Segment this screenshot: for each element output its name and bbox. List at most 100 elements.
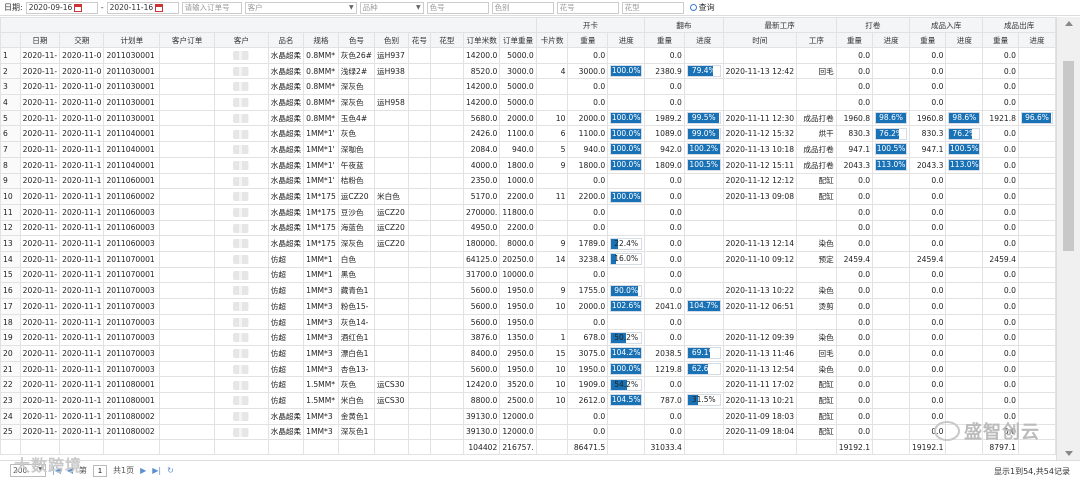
column-header[interactable]: 订单米数 bbox=[462, 32, 501, 48]
table-row[interactable]: 5 2020-11- 2020-11-0 2011030001 水晶超柔 0.8MM* 玉色… bbox=[0, 109, 1056, 127]
table-cell: 2020-11- bbox=[19, 188, 61, 205]
calendar-icon[interactable] bbox=[155, 3, 164, 12]
column-header[interactable]: 重量 bbox=[835, 32, 874, 48]
column-header[interactable]: 进度 bbox=[607, 32, 646, 48]
table-cell: 2020-11- bbox=[19, 407, 61, 425]
column-header[interactable]: 规格 bbox=[303, 32, 339, 48]
customer-select[interactable]: 客户 ▼ bbox=[244, 1, 357, 14]
table-cell bbox=[159, 78, 215, 96]
table-row[interactable]: 3 2020-11- 2020-11-0 2011030001 水晶超柔 0.8MM* 深灰… bbox=[0, 78, 1056, 96]
product-select[interactable]: 品种 ▼ bbox=[359, 1, 424, 14]
column-header[interactable]: 订单重量 bbox=[499, 32, 537, 48]
table-cell: 0.0 bbox=[835, 203, 874, 221]
table-row[interactable]: 25 2020-11- 2020-11-1 2011080002 水晶超柔 1MM*3 深灰… bbox=[0, 423, 1056, 441]
column-header[interactable]: 客户订单 bbox=[159, 32, 215, 48]
table-row[interactable]: 10 2020-11- 2020-11-1 2011060002 水晶超柔 1M*175 运… bbox=[0, 188, 1056, 205]
table-row[interactable]: 20 2020-11- 2020-11-1 2011070003 仿超 1MM*3 漂白色1… bbox=[0, 345, 1056, 362]
column-header[interactable]: 花号 bbox=[407, 32, 431, 48]
column-header[interactable]: 客户 bbox=[213, 32, 269, 48]
column-header[interactable]: 计划单 bbox=[103, 32, 161, 48]
table-cell: 947.1 bbox=[908, 141, 947, 158]
date-from-input[interactable]: 2020-09-16 bbox=[25, 1, 98, 14]
scrollbar-thumb[interactable] bbox=[1063, 61, 1074, 251]
table-row[interactable]: 21 2020-11- 2020-11-1 2011070003 仿超 1MM*3 杏色13… bbox=[0, 360, 1056, 378]
progress-cell bbox=[1017, 78, 1056, 96]
page-number-input[interactable] bbox=[93, 464, 108, 477]
progress-cell bbox=[1017, 360, 1056, 378]
column-header[interactable]: 进度 bbox=[872, 32, 910, 48]
redacted-customer bbox=[233, 145, 250, 155]
calendar-icon[interactable] bbox=[74, 3, 83, 12]
date-to-input[interactable]: 2020-11-16 bbox=[106, 1, 179, 14]
table-row[interactable]: 4 2020-11- 2020-11-0 2011030001 水晶超柔 0.8MM* 深灰… bbox=[0, 94, 1056, 111]
color-no-input[interactable]: 色号 bbox=[426, 1, 489, 14]
query-button[interactable]: 查询 bbox=[689, 2, 715, 13]
column-header[interactable]: 重量 bbox=[982, 32, 1019, 48]
table-row[interactable]: 24 2020-11- 2020-11-1 2011080002 水晶超柔 1MM*3 金黄… bbox=[0, 407, 1056, 425]
progress-text: 98.6% bbox=[879, 113, 903, 123]
progress-bar: 100.5% bbox=[875, 143, 907, 156]
table-row[interactable]: 12 2020-11- 2020-11-1 2011060003 水晶超柔 1M*175 海… bbox=[0, 219, 1056, 237]
table-row[interactable]: 13 2020-11- 2020-11-1 2011060003 水晶超柔 1M*175 深… bbox=[0, 235, 1056, 252]
table-cell: 2020-11- bbox=[19, 313, 61, 331]
table-row[interactable]: 18 2020-11- 2020-11-1 2011070003 仿超 1MM*3 灰色14… bbox=[0, 313, 1056, 331]
table-cell: 2020-11-09 18:04 bbox=[722, 423, 798, 441]
column-header[interactable]: 进度 bbox=[945, 32, 984, 48]
table-row[interactable]: 22 2020-11- 2020-11-1 2011080001 仿超 1.5MM* 灰色运… bbox=[0, 376, 1056, 394]
column-header[interactable]: 日期 bbox=[19, 32, 61, 48]
last-page-icon[interactable]: ▶| bbox=[152, 466, 161, 475]
table-cell: 15 bbox=[0, 266, 21, 284]
refresh-icon[interactable]: ↻ bbox=[167, 466, 174, 475]
column-header[interactable]: 色号 bbox=[337, 32, 376, 48]
table-row[interactable]: 9 2020-11- 2020-11-1 2011060001 水晶超柔 1MM*1' 桔粉… bbox=[0, 172, 1056, 190]
table-row[interactable]: 23 2020-11- 2020-11-1 2011080001 仿超 1.5MM* 米白色… bbox=[0, 392, 1056, 409]
pattern-no-input[interactable]: 花号 bbox=[556, 1, 619, 14]
redacted-customer bbox=[233, 176, 250, 186]
table-cell: 染色 bbox=[796, 329, 837, 347]
table-cell bbox=[374, 156, 409, 174]
column-header[interactable]: 时间 bbox=[722, 32, 798, 48]
pattern-type-input[interactable]: 花型 bbox=[621, 1, 684, 14]
table-row[interactable]: 7 2020-11- 2020-11-1 2011040001 水晶超柔 1MM*1' 深咖… bbox=[0, 141, 1056, 158]
table-row[interactable]: 19 2020-11- 2020-11-1 2011070003 仿超 1MM*3 酒红色1… bbox=[0, 329, 1056, 347]
column-header[interactable]: 重量 bbox=[567, 32, 609, 48]
column-header[interactable]: 品名 bbox=[267, 32, 305, 48]
table-cell bbox=[159, 392, 215, 409]
column-header[interactable]: 色别 bbox=[374, 32, 409, 48]
table-row[interactable]: 8 2020-11- 2020-11-1 2011040001 水晶超柔 1MM*1' 午夜… bbox=[0, 156, 1056, 174]
table-cell bbox=[407, 235, 431, 252]
table-row[interactable]: 6 2020-11- 2020-11-1 2011040001 水晶超柔 1MM*1' 灰色… bbox=[0, 125, 1056, 143]
color-category-input[interactable]: 色别 bbox=[491, 1, 554, 14]
table-cell: 0.0 bbox=[908, 94, 947, 111]
table-cell: 仿超 bbox=[267, 313, 305, 331]
column-header[interactable]: 重量 bbox=[908, 32, 947, 48]
table-row[interactable]: 1 2020-11- 2020-11-0 2011030001 水晶超柔 0.8MM* 灰色… bbox=[0, 47, 1056, 64]
scroll-down-icon[interactable] bbox=[1065, 451, 1073, 456]
table-cell: 1MM*3 bbox=[303, 345, 339, 362]
table-row[interactable]: 14 2020-11- 2020-11-1 2011070001 仿超 1MM*1 白色 64… bbox=[0, 250, 1056, 268]
column-header[interactable]: 进度 bbox=[1017, 32, 1056, 48]
table-row[interactable]: 15 2020-11- 2020-11-1 2011070001 仿超 1MM*1 黑色 31… bbox=[0, 266, 1056, 284]
next-page-icon[interactable]: ▶ bbox=[140, 466, 146, 475]
table-row[interactable]: 17 2020-11- 2020-11-1 2011070003 仿超 1MM*3 粉色15… bbox=[0, 298, 1056, 315]
column-header[interactable]: 进度 bbox=[683, 32, 724, 48]
table-cell: 染色 bbox=[796, 282, 837, 299]
table-cell: 0.0 bbox=[644, 203, 685, 221]
table-cell bbox=[796, 266, 837, 284]
column-header[interactable]: 卡片数 bbox=[535, 32, 569, 48]
table-row[interactable]: 16 2020-11- 2020-11-1 2011070003 仿超 1MM*3 藏青色1… bbox=[0, 282, 1056, 299]
order-number-input[interactable]: 请输入订单号 bbox=[181, 1, 242, 14]
progress-cell bbox=[872, 172, 910, 190]
table-row[interactable]: 11 2020-11- 2020-11-1 2011060003 水晶超柔 1M*175 豆… bbox=[0, 203, 1056, 221]
scroll-up-icon[interactable] bbox=[1065, 21, 1073, 26]
column-header[interactable]: 花型 bbox=[429, 32, 464, 48]
column-header[interactable]: 工序 bbox=[796, 32, 837, 48]
table-cell: 1MM*1' bbox=[303, 125, 339, 143]
progress-cell bbox=[1017, 282, 1056, 299]
table-cell: 0.8MM* bbox=[303, 94, 339, 111]
column-header[interactable]: 重量 bbox=[644, 32, 685, 48]
table-row[interactable]: 2 2020-11- 2020-11-0 2011030001 水晶超柔 0.8MM* 浅绿… bbox=[0, 62, 1056, 80]
column-header[interactable]: 交期 bbox=[59, 32, 105, 48]
vertical-scrollbar[interactable] bbox=[1056, 17, 1080, 460]
table-cell: 10 bbox=[535, 298, 569, 315]
